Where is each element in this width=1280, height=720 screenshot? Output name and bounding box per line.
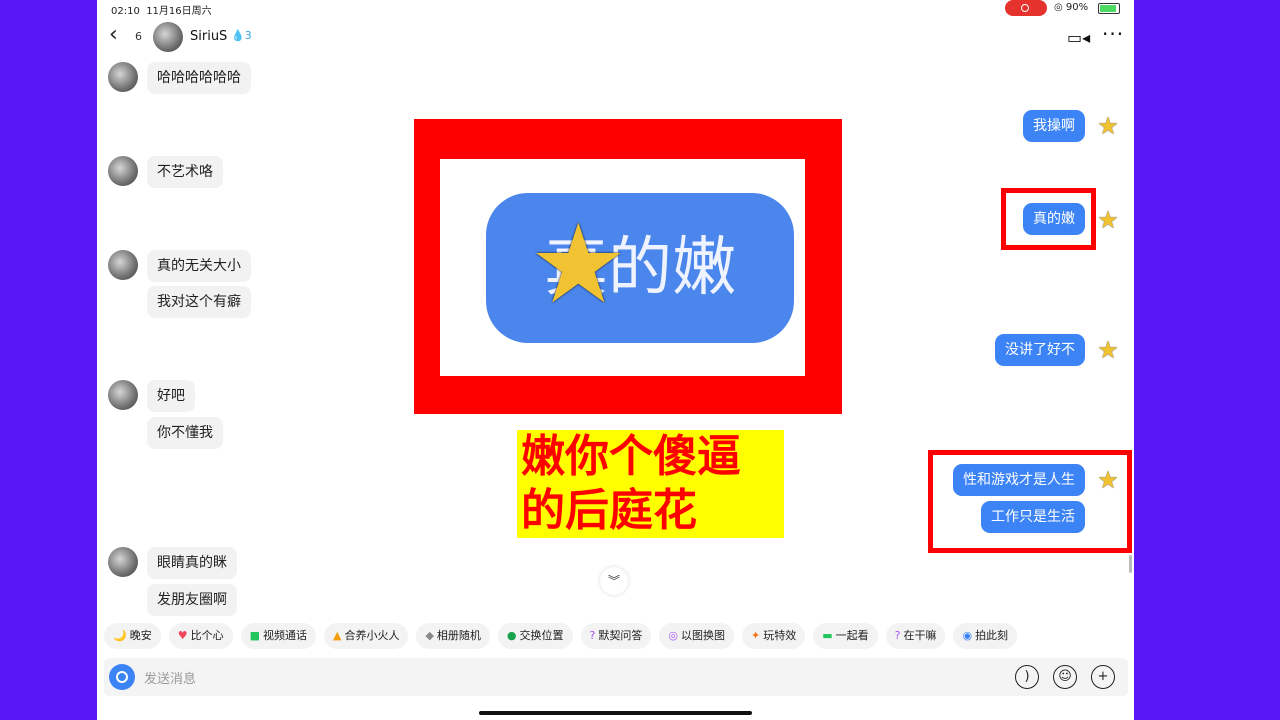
quick-action-chip[interactable]: ✦ 玩特效 (741, 623, 806, 649)
quick-action-chip[interactable]: 🌙 晚安 (104, 623, 161, 649)
quick-action-icon: ▬ (822, 629, 833, 642)
message-right[interactable]: 真的嫩 (1023, 203, 1085, 235)
more-icon[interactable]: ··· (1102, 22, 1124, 46)
zoom-star-icon: ★ (529, 200, 628, 328)
caption-line: 嫩你个傻逼 (521, 431, 741, 482)
quick-action-icon: ● (506, 629, 517, 642)
message-left[interactable]: 真的无关大小 (147, 250, 251, 282)
zoom-overlay: 真的嫩 (414, 119, 842, 414)
quick-action-chip[interactable]: ■ 视频通话 (240, 623, 316, 649)
caption-overlay: 嫩你个傻逼 的后庭花 (517, 430, 784, 538)
quick-action-icon: 🌙 (113, 629, 127, 642)
quick-action-icon: ✦ (750, 629, 761, 642)
quick-action-icon: ▲ (332, 629, 342, 642)
message-left[interactable]: 好吧 (147, 380, 195, 412)
quick-action-label: 拍此刻 (975, 629, 1009, 642)
chat-header: ‹ 6 SiriuS 💧3 ▭◂ ··· (97, 18, 1134, 56)
chat-screen: 02:10 11月16日周六 ◎ 90% ‹ 6 SiriuS 💧3 ▭◂ ··… (97, 0, 1134, 720)
quick-action-label: 一起看 (835, 629, 869, 642)
quick-action-label: 玩特效 (763, 629, 797, 642)
message-left[interactable]: 哈哈哈哈哈哈 (147, 62, 251, 94)
quick-action-chip[interactable]: ▬ 一起看 (813, 623, 878, 649)
quick-action-label: 交换位置 (519, 629, 564, 642)
contact-avatar[interactable] (108, 62, 138, 92)
quick-action-chip[interactable]: ? 在干嘛 (885, 623, 946, 649)
screen-record-icon (1005, 0, 1047, 16)
message-input[interactable]: 发送消息 (144, 668, 196, 687)
quick-action-chip[interactable]: ▲ 合养小火人 (323, 623, 409, 649)
quick-action-icon: ♥ (177, 629, 188, 642)
scrollbar[interactable] (1129, 555, 1132, 573)
status-bar: 02:10 11月16日周六 ◎ 90% (97, 0, 1134, 18)
streak-badge: 💧3 (231, 29, 252, 42)
message-left[interactable]: 不艺术咯 (147, 156, 223, 188)
contact-avatar[interactable] (108, 380, 138, 410)
contact-avatar[interactable] (108, 547, 138, 577)
quick-action-chip[interactable]: ? 默契问答 (580, 623, 652, 649)
battery-icon (1098, 3, 1120, 14)
message-left[interactable]: 我对这个有癖 (147, 286, 251, 318)
message-input-bar: 发送消息 ) ☺ + (104, 658, 1128, 696)
quick-action-icon: ? (894, 629, 901, 642)
status-time: 02:10 11月16日周六 (111, 6, 212, 17)
contact-avatar[interactable] (108, 250, 138, 280)
star-avatar-icon[interactable]: ★ (1095, 113, 1121, 139)
plus-icon[interactable]: + (1091, 665, 1115, 689)
emoji-icon[interactable]: ☺ (1053, 665, 1077, 689)
video-call-icon[interactable]: ▭◂ (1067, 28, 1090, 47)
quick-action-icon: ? (589, 629, 596, 642)
quick-action-label: 以图换图 (680, 629, 725, 642)
unread-count: 6 (135, 30, 142, 43)
quick-action-label: 比个心 (190, 629, 224, 642)
camera-icon[interactable] (109, 664, 135, 690)
quick-action-label: 在干嘛 (903, 629, 937, 642)
quick-action-icon: ◆ (425, 629, 434, 642)
quick-action-chip[interactable]: ◎ 以图换图 (659, 623, 734, 649)
star-avatar-icon[interactable]: ★ (1095, 337, 1121, 363)
quick-action-label: 合养小火人 (344, 629, 400, 642)
message-left[interactable]: 发朋友圈啊 (147, 584, 237, 616)
scroll-down-icon[interactable]: ︾ (600, 567, 628, 595)
quick-action-chip[interactable]: ● 交换位置 (497, 623, 573, 649)
contact-avatar[interactable] (153, 22, 183, 52)
quick-action-label: 晚安 (129, 629, 152, 642)
quick-action-icon: ■ (249, 629, 260, 642)
star-avatar-icon[interactable]: ★ (1095, 207, 1121, 233)
quick-action-label: 相册随机 (436, 629, 481, 642)
quick-action-chip[interactable]: ◆ 相册随机 (416, 623, 490, 649)
message-left[interactable]: 你不懂我 (147, 417, 223, 449)
back-icon[interactable]: ‹ (109, 24, 118, 46)
message-left[interactable]: 眼睛真的眯 (147, 547, 237, 579)
quick-action-icon: ◉ (962, 629, 973, 642)
quick-action-label: 视频通话 (262, 629, 307, 642)
star-avatar-icon[interactable]: ★ (1095, 467, 1121, 493)
message-right[interactable]: 没讲了好不 (995, 334, 1085, 366)
message-right[interactable]: 工作只是生活 (981, 501, 1085, 533)
voice-icon[interactable]: ) (1015, 665, 1039, 689)
battery-percent: ◎ 90% (1054, 2, 1089, 13)
message-right[interactable]: 性和游戏才是人生 (953, 464, 1085, 496)
quick-action-label: 默契问答 (598, 629, 643, 642)
quick-action-icon: ◎ (668, 629, 678, 642)
quick-action-chip[interactable]: ◉ 拍此刻 (953, 623, 1018, 649)
quick-action-chip[interactable]: ♥ 比个心 (168, 623, 233, 649)
contact-name[interactable]: SiriuS (190, 29, 227, 44)
message-right[interactable]: 我操啊 (1023, 110, 1085, 142)
home-indicator (479, 711, 752, 715)
caption-line: 的后庭花 (521, 485, 697, 536)
quick-actions-bar: 🌙 晚安 ♥ 比个心 ■ 视频通话 ▲ 合养小火人 ◆ 相册随机 ● 交换位置? 默契问答 ◎ 以图换图 ✦ 玩… (104, 623, 1134, 649)
contact-avatar[interactable] (108, 156, 138, 186)
